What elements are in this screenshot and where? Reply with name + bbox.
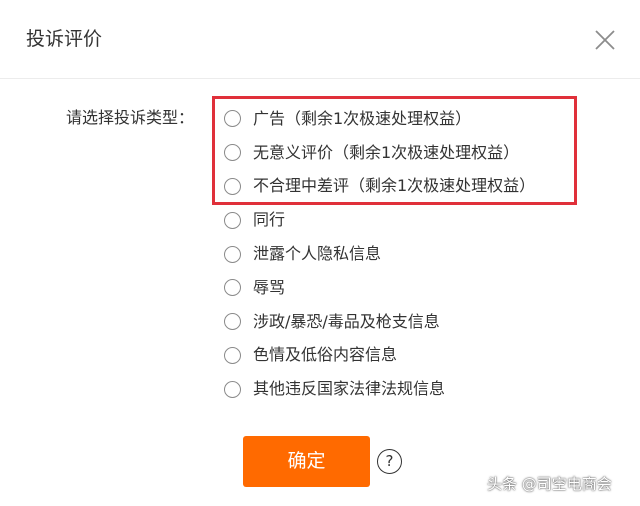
radio-button[interactable] [224, 279, 241, 297]
radio-button[interactable] [224, 211, 241, 229]
radio-button[interactable] [224, 380, 241, 398]
option-label: 辱骂 [253, 277, 286, 297]
radio-button[interactable] [224, 245, 241, 263]
option-label: 涉政/暴恐/毒品及枪支信息 [253, 311, 440, 331]
option-unreasonable-negative-review[interactable]: 不合理中差评（剩余1次极速处理权益） [224, 170, 535, 204]
confirm-button[interactable]: 确定 [243, 436, 370, 487]
option-abuse[interactable]: 辱骂 [224, 271, 535, 305]
option-politics-terror-drugs-guns[interactable]: 涉政/暴恐/毒品及枪支信息 [224, 305, 535, 339]
option-pornographic-vulgar[interactable]: 色情及低俗内容信息 [224, 339, 535, 373]
option-meaningless-review[interactable]: 无意义评价（剩余1次极速处理权益） [224, 136, 535, 170]
radio-button[interactable] [224, 110, 241, 128]
option-label: 色情及低俗内容信息 [253, 345, 398, 365]
option-label: 广告（剩余1次极速处理权益） [253, 108, 472, 128]
watermark: 头条 @司空电商会 [487, 475, 612, 493]
radio-button[interactable] [224, 313, 241, 331]
close-icon[interactable] [593, 28, 617, 52]
option-ad[interactable]: 广告（剩余1次极速处理权益） [224, 102, 535, 136]
complaint-type-options: 广告（剩余1次极速处理权益） 无意义评价（剩余1次极速处理权益） 不合理中差评（… [224, 102, 535, 406]
dialog-title: 投诉评价 [26, 28, 103, 50]
option-label: 不合理中差评（剩余1次极速处理权益） [253, 176, 536, 196]
option-privacy-leak[interactable]: 泄露个人隐私信息 [224, 237, 535, 271]
option-other-illegal[interactable]: 其他违反国家法律法规信息 [224, 372, 535, 406]
help-icon[interactable]: ? [377, 449, 402, 474]
option-competitor[interactable]: 同行 [224, 203, 535, 237]
option-label: 无意义评价（剩余1次极速处理权益） [253, 142, 520, 162]
radio-button[interactable] [224, 144, 241, 162]
option-label: 同行 [253, 210, 286, 230]
radio-button[interactable] [224, 177, 241, 195]
option-label: 其他违反国家法律法规信息 [253, 379, 446, 399]
radio-button[interactable] [224, 346, 241, 364]
complaint-type-label: 请选择投诉类型： [66, 108, 195, 127]
complaint-dialog: 投诉评价 请选择投诉类型： 广告（剩余1次极速处理权益） 无意义评价（剩余1次极… [0, 0, 640, 506]
option-label: 泄露个人隐私信息 [253, 244, 382, 264]
dialog-header: 投诉评价 [0, 0, 640, 79]
